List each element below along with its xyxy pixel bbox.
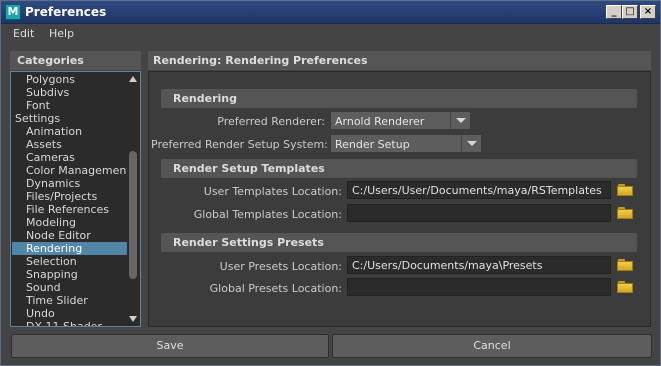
category-item[interactable]: Subdivs — [12, 86, 128, 99]
page-title: Rendering: Rendering Preferences — [148, 51, 651, 70]
category-item[interactable]: Color Management — [12, 164, 131, 177]
category-item[interactable]: Snapping — [12, 268, 128, 281]
user-presets-label: User Presets Location: — [219, 260, 342, 273]
window-title: Preferences — [25, 5, 107, 19]
title-bar[interactable]: M Preferences _ □ × — [1, 1, 660, 24]
maya-app-icon: M — [5, 4, 21, 20]
global-presets-label: Global Presets Location: — [209, 282, 342, 295]
section-render-setup-templates[interactable]: Render Setup Templates — [161, 159, 637, 178]
dropdown-arrow — [450, 112, 470, 129]
category-item[interactable]: DX 11 Shader — [12, 320, 128, 326]
user-templates-label: User Templates Location: — [203, 185, 342, 198]
preferences-window: M Preferences _ □ × Edit Help Categories… — [0, 0, 661, 366]
category-item[interactable]: Assets — [12, 138, 128, 151]
category-item[interactable]: Node Editor — [12, 229, 128, 242]
scrollbar-thumb[interactable] — [129, 151, 137, 279]
global-presets-field[interactable] — [347, 278, 611, 296]
scroll-down-arrow-icon[interactable] — [129, 316, 137, 322]
save-button[interactable]: Save — [11, 334, 329, 358]
minimize-button[interactable]: _ — [606, 5, 622, 19]
section-rendering[interactable]: Rendering — [161, 89, 637, 108]
render-setup-system-value: Render Setup — [335, 138, 410, 151]
chevron-down-icon — [456, 118, 466, 123]
category-item[interactable]: Time Slider — [12, 294, 128, 307]
category-item[interactable]: Animation — [12, 125, 128, 138]
category-item[interactable]: Files/Projects — [12, 190, 128, 203]
scroll-up-arrow-icon[interactable] — [129, 76, 137, 82]
menu-bar: Edit Help — [1, 24, 660, 44]
categories-list[interactable]: Polygons Subdivs Font Settings Animation Asse… — [10, 71, 141, 327]
category-item[interactable]: File References — [12, 203, 128, 216]
global-templates-label: Global Templates Location: — [193, 208, 342, 221]
dropdown-arrow — [461, 135, 481, 152]
category-item[interactable]: Modeling — [12, 216, 128, 229]
category-item[interactable]: Selection — [12, 255, 128, 268]
user-presets-field[interactable]: C:/Users/Documents/maya\Presets — [347, 256, 611, 274]
cancel-button[interactable]: Cancel — [332, 334, 652, 358]
global-templates-field[interactable] — [347, 204, 611, 222]
browse-folder-icon[interactable] — [617, 281, 633, 293]
browse-folder-icon[interactable] — [617, 259, 633, 271]
category-item[interactable]: Font — [12, 99, 128, 112]
category-item[interactable]: Polygons — [12, 73, 128, 86]
preferred-renderer-label: Preferred Renderer: — [217, 115, 325, 128]
category-item[interactable]: Dynamics — [12, 177, 128, 190]
render-setup-system-dropdown[interactable]: Render Setup — [330, 134, 482, 153]
chevron-down-icon — [467, 141, 477, 146]
preferred-renderer-dropdown[interactable]: Arnold Renderer — [330, 111, 471, 130]
maximize-button[interactable]: □ — [622, 5, 638, 19]
category-item[interactable]: Sound — [12, 281, 128, 294]
close-button[interactable]: × — [640, 5, 656, 19]
category-item[interactable]: Settings — [12, 112, 128, 125]
browse-folder-icon[interactable] — [617, 184, 633, 196]
section-render-settings-presets[interactable]: Render Settings Presets — [161, 233, 637, 252]
category-item[interactable]: Cameras — [12, 151, 128, 164]
menu-help[interactable]: Help — [49, 27, 74, 40]
category-item[interactable]: Rendering — [12, 242, 128, 255]
preferred-renderer-value: Arnold Renderer — [335, 115, 425, 128]
render-setup-system-label: Preferred Render Setup System: — [151, 138, 328, 151]
menu-edit[interactable]: Edit — [13, 27, 34, 40]
categories-header: Categories — [10, 51, 141, 70]
category-item[interactable]: Undo — [12, 307, 128, 320]
browse-folder-icon[interactable] — [617, 207, 633, 219]
user-templates-field[interactable]: C:/Users/User/Documents/maya/RSTemplates — [347, 181, 611, 199]
categories-scrollbar[interactable] — [127, 73, 139, 325]
